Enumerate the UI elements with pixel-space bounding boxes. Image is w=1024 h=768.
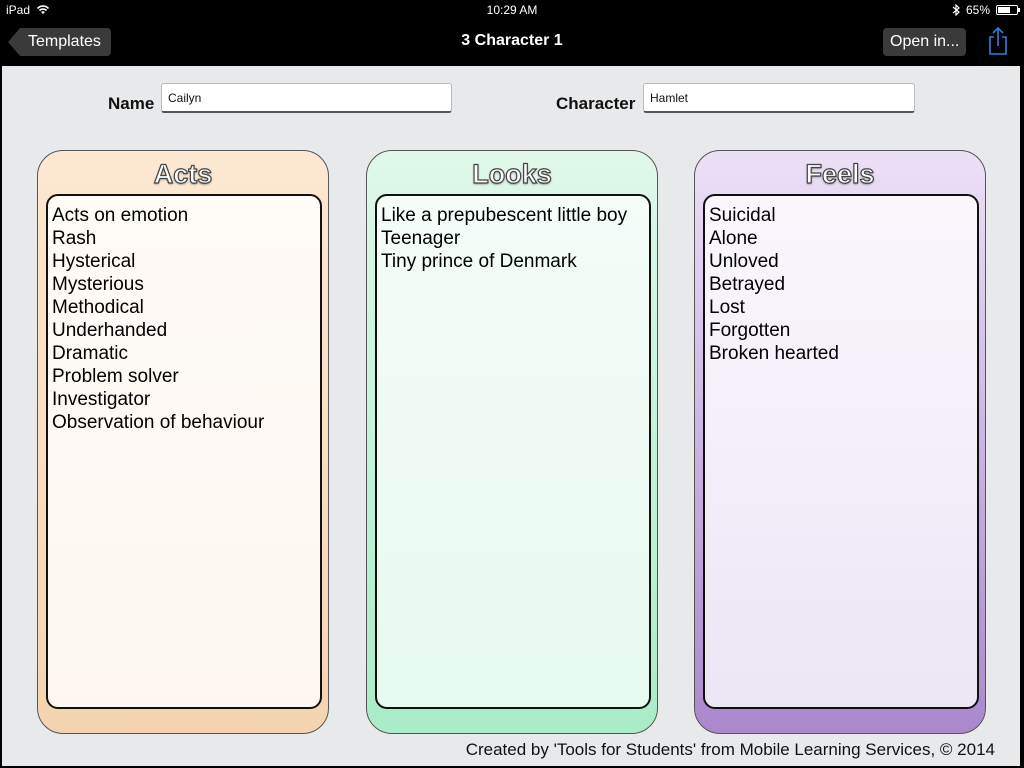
worksheet: Name Character Acts Acts on emotionRashH…	[2, 66, 1020, 766]
name-label: Name	[108, 94, 155, 113]
status-time: 10:29 AM	[486, 3, 538, 17]
list-item: Acts on emotion	[52, 205, 189, 226]
character-field[interactable]	[643, 83, 915, 113]
list-item: Like a prepubescent little boy	[381, 205, 628, 226]
list-item: Hysterical	[52, 251, 136, 272]
list-item: Betrayed	[709, 274, 786, 295]
footer-credit: Created by 'Tools for Students' from Mob…	[465, 740, 995, 759]
looks-column: Looks Like a prepubescent little boy Teen…	[366, 150, 658, 734]
acts-text-area[interactable]: Acts on emotion Rash Hysterical Mysterious M…	[46, 194, 322, 709]
list-item: Alone	[709, 228, 758, 249]
bluetooth-icon	[952, 4, 960, 16]
list-item: Tiny prince of Denmark	[381, 251, 577, 272]
list-item: Lost	[709, 297, 745, 318]
character-label: Character	[556, 94, 636, 113]
list-item: Broken hearted	[709, 343, 839, 364]
list-item: Observation of behaviour	[52, 412, 265, 433]
feels-text-area[interactable]: Suicidal Alone Unloved Betrayed Lost Forgotte…	[703, 194, 979, 709]
battery-percent: 65%	[965, 3, 990, 17]
feels-title: Feels	[805, 158, 875, 189]
list-item: Underhanded	[52, 320, 168, 341]
looks-text-area[interactable]: Like a prepubescent little boy Teenager Ti…	[375, 194, 651, 709]
name-field[interactable]	[161, 83, 452, 113]
acts-title: Acts	[153, 158, 213, 189]
list-item: Investigator	[52, 389, 151, 410]
list-item: Problem solver	[52, 366, 179, 387]
list-item: Rash	[52, 228, 97, 249]
looks-title: Looks	[472, 158, 553, 189]
page-title: 3 Character 1	[461, 32, 563, 49]
list-item: Suicidal	[709, 205, 776, 226]
open-in-button[interactable]: Open in...	[883, 28, 967, 56]
list-item: Forgotten	[709, 320, 791, 341]
battery-fill	[998, 7, 1010, 13]
list-item: Methodical	[52, 297, 144, 318]
status-bar: iPad 10:29 AM 65%	[0, 0, 1024, 20]
list-item: Mysterious	[52, 274, 144, 295]
navigation-bar: Templates 3 Character 1 Open in...	[0, 20, 1024, 64]
share-icon[interactable]	[986, 26, 1010, 56]
list-item: Dramatic	[52, 343, 129, 364]
feels-column: Feels Suicidal Alone Unloved Betrayed Lost Fo…	[694, 150, 986, 734]
acts-column: Acts Acts on emotion Rash Hysterical Myster…	[37, 150, 329, 734]
list-item: Unloved	[709, 251, 779, 272]
list-item: Teenager	[381, 228, 461, 249]
battery-icon	[996, 5, 1020, 15]
